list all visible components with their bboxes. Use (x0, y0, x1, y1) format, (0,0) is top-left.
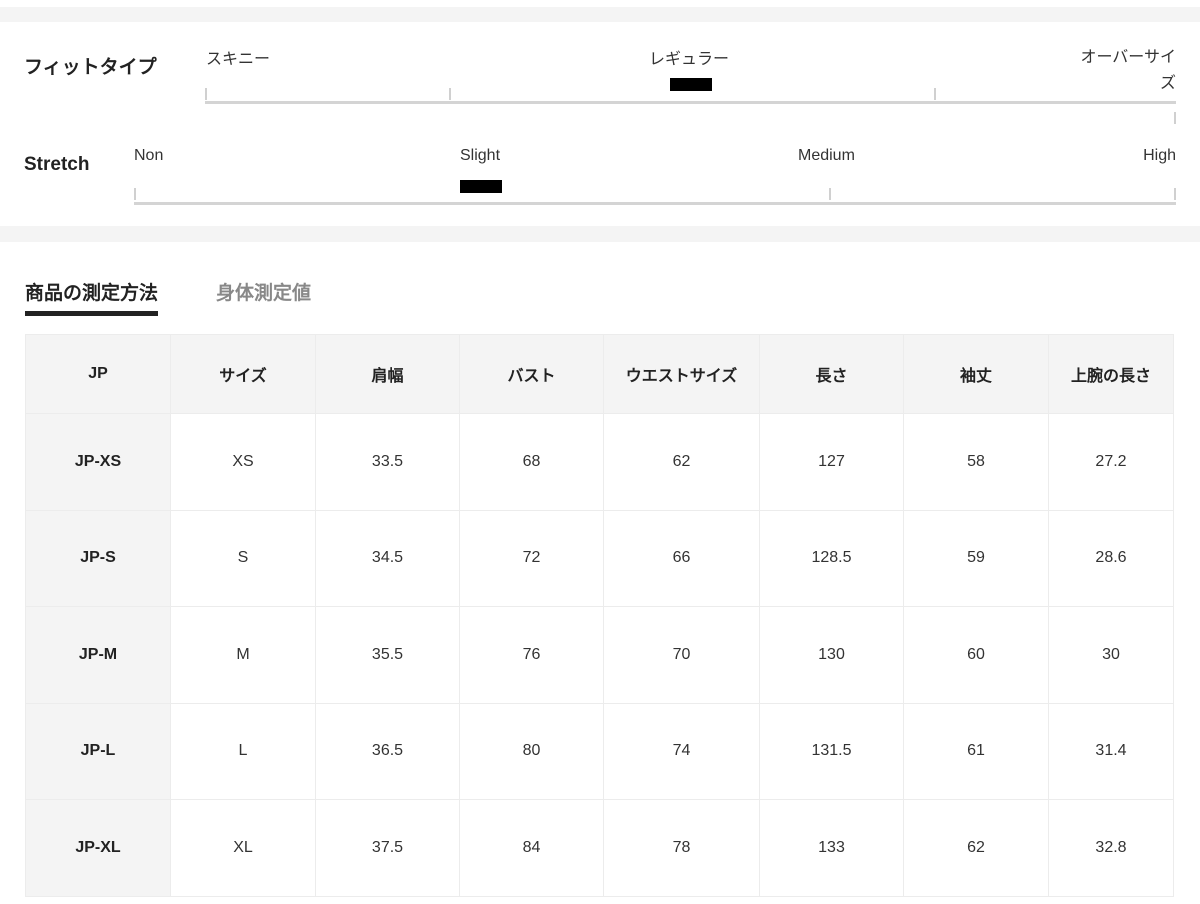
column-header: サイズ (170, 334, 316, 414)
table-cell: L (170, 702, 316, 800)
stretch-tick (1174, 188, 1176, 200)
table-cell: 84 (459, 799, 604, 897)
table-header-row: JP サイズ 肩幅 バスト ウエストサイズ 長さ 袖丈 上腕の長さ (25, 334, 1174, 414)
table-cell: 61 (903, 702, 1049, 800)
table-cell: 78 (603, 799, 760, 897)
stretch-label: Stretch (24, 154, 90, 175)
table-cell: 32.8 (1048, 799, 1174, 897)
fit-tick (934, 88, 936, 100)
table-cell: S (170, 509, 316, 607)
table-cell: 76 (459, 606, 604, 704)
fit-option-skinny: スキニー (206, 51, 271, 68)
table-cell: 27.2 (1048, 413, 1174, 511)
table-cell: 127 (759, 413, 904, 511)
stretch-option-non: Non (134, 147, 164, 164)
table-cell: 72 (459, 509, 604, 607)
column-header: ウエストサイズ (603, 334, 760, 414)
table-cell: 33.5 (315, 413, 460, 511)
row-header-cell: JP-L (25, 702, 171, 800)
table-row: JP-XS XS 33.5 68 62 127 58 27.2 (25, 413, 1174, 511)
tab-body-measurement[interactable]: 身体測定値 (216, 278, 311, 305)
table-cell: 130 (759, 606, 904, 704)
table-cell: 59 (903, 509, 1049, 607)
table-cell: 68 (459, 413, 604, 511)
table-row: JP-L L 36.5 80 74 131.5 61 31.4 (25, 702, 1174, 800)
row-header-cell: JP-XL (25, 799, 171, 897)
column-header: 肩幅 (315, 334, 460, 414)
table-cell: 70 (603, 606, 760, 704)
table-cell: 66 (603, 509, 760, 607)
table-cell: XL (170, 799, 316, 897)
table-cell: 36.5 (315, 702, 460, 800)
table-cell: 60 (903, 606, 1049, 704)
column-header: 袖丈 (903, 334, 1049, 414)
fit-option-regular: レギュラー (649, 51, 730, 68)
stretch-option-medium: Medium (798, 147, 855, 164)
column-header: JP (25, 334, 171, 414)
stretch-option-high: High (1143, 147, 1176, 164)
table-cell: 74 (603, 702, 760, 800)
fit-option-oversize: オーバーサイズ (1080, 49, 1176, 92)
table-cell: M (170, 606, 316, 704)
fit-type-label: フィットタイプ (24, 57, 157, 78)
stretch-tick (829, 188, 831, 200)
stretch-option-slight: Slight (460, 147, 501, 164)
fit-selected-marker (670, 78, 712, 91)
table-cell: XS (170, 413, 316, 511)
section-divider-band (0, 226, 1200, 242)
table-cell: 62 (903, 799, 1049, 897)
table-cell: 128.5 (759, 509, 904, 607)
table-cell: 34.5 (315, 509, 460, 607)
fit-tick (1174, 112, 1176, 124)
row-header-cell: JP-XS (25, 413, 171, 511)
fit-tick (205, 88, 207, 100)
table-row: JP-XL XL 37.5 84 78 133 62 32.8 (25, 799, 1174, 897)
fit-track (205, 101, 1176, 104)
row-header-cell: JP-S (25, 509, 171, 607)
table-cell: 62 (603, 413, 760, 511)
table-cell: 133 (759, 799, 904, 897)
column-header: 上腕の長さ (1048, 334, 1174, 414)
table-cell: 37.5 (315, 799, 460, 897)
stretch-tick (134, 188, 136, 200)
table-cell: 131.5 (759, 702, 904, 800)
table-row: JP-M M 35.5 76 70 130 60 30 (25, 606, 1174, 704)
row-header-cell: JP-M (25, 606, 171, 704)
table-cell: 35.5 (315, 606, 460, 704)
top-divider-band (0, 7, 1200, 22)
table-cell: 30 (1048, 606, 1174, 704)
stretch-track (134, 202, 1176, 205)
fit-tick (449, 88, 451, 100)
table-cell: 58 (903, 413, 1049, 511)
column-header: バスト (459, 334, 604, 414)
size-table: JP サイズ 肩幅 バスト ウエストサイズ 長さ 袖丈 上腕の長さ JP-XS XS 33.5 68… (25, 334, 1174, 897)
table-cell: 28.6 (1048, 509, 1174, 607)
table-cell: 80 (459, 702, 604, 800)
stretch-selected-marker (460, 180, 502, 193)
table-cell: 31.4 (1048, 702, 1174, 800)
table-row: JP-S S 34.5 72 66 128.5 59 28.6 (25, 509, 1174, 607)
tab-product-measurement[interactable]: 商品の測定方法 (25, 278, 159, 316)
column-header: 長さ (759, 334, 904, 414)
